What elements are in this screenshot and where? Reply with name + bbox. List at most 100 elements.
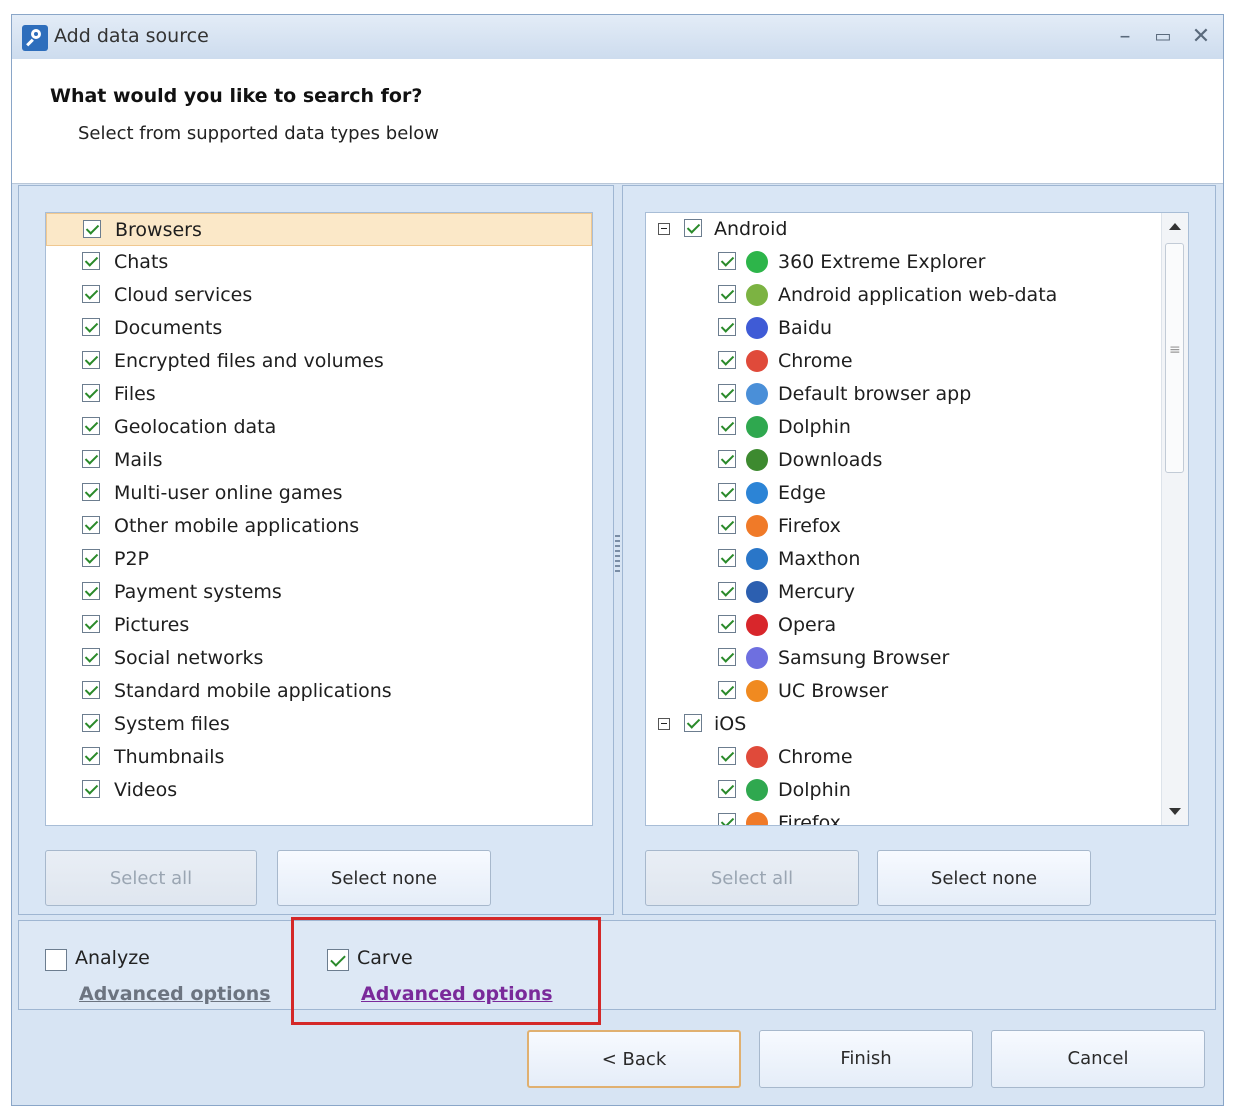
tree-item[interactable]: Samsung Browser (646, 642, 1162, 675)
tree-item[interactable]: Firefox (646, 510, 1162, 543)
data-type-item[interactable]: System files (46, 708, 592, 741)
cancel-button[interactable]: Cancel (991, 1030, 1205, 1088)
collapse-icon[interactable] (658, 718, 670, 730)
data-type-item[interactable]: Multi-user online games (46, 477, 592, 510)
data-type-item[interactable]: Cloud services (46, 279, 592, 312)
app-checkbox[interactable] (718, 285, 736, 303)
data-type-checkbox[interactable] (82, 681, 100, 699)
tree-item[interactable]: Dolphin (646, 774, 1162, 807)
data-type-item[interactable]: P2P (46, 543, 592, 576)
tree-item[interactable]: Chrome (646, 345, 1162, 378)
tree-item[interactable]: Android application web-data (646, 279, 1162, 312)
data-type-item[interactable]: Geolocation data (46, 411, 592, 444)
tree-item[interactable]: 360 Extreme Explorer (646, 246, 1162, 279)
title-bar: Add data source – ▭ ✕ (12, 15, 1223, 60)
data-type-item[interactable]: Pictures (46, 609, 592, 642)
data-type-item[interactable]: Thumbnails (46, 741, 592, 774)
tree-item[interactable]: Chrome (646, 741, 1162, 774)
data-type-checkbox[interactable] (82, 714, 100, 732)
data-type-checkbox[interactable] (82, 384, 100, 402)
tree-item[interactable]: Dolphin (646, 411, 1162, 444)
app-checkbox[interactable] (718, 813, 736, 825)
tree-item[interactable]: Mercury (646, 576, 1162, 609)
data-type-checkbox[interactable] (82, 351, 100, 369)
right-select-none-button[interactable]: Select none (877, 850, 1091, 906)
back-button[interactable]: < Back (527, 1030, 741, 1088)
data-type-checkbox[interactable] (82, 483, 100, 501)
app-checkbox[interactable] (718, 549, 736, 567)
data-type-item[interactable]: Other mobile applications (46, 510, 592, 543)
data-type-label: Documents (114, 317, 223, 339)
app-checkbox[interactable] (718, 351, 736, 369)
app-checkbox[interactable] (718, 483, 736, 501)
data-type-item[interactable]: Chats (46, 246, 592, 279)
close-icon[interactable]: ✕ (1185, 23, 1217, 51)
tree-item[interactable]: UC Browser (646, 675, 1162, 708)
data-type-checkbox[interactable] (82, 549, 100, 567)
carve-highlight-box (291, 917, 601, 1025)
group-checkbox[interactable] (684, 714, 702, 732)
data-type-item[interactable]: Standard mobile applications (46, 675, 592, 708)
app-checkbox[interactable] (718, 384, 736, 402)
scroll-thumb[interactable] (1165, 243, 1184, 473)
app-checkbox[interactable] (718, 318, 736, 336)
data-type-item[interactable]: Social networks (46, 642, 592, 675)
tree-item[interactable]: Opera (646, 609, 1162, 642)
samsung-browser-icon (746, 647, 768, 669)
data-type-checkbox[interactable] (82, 285, 100, 303)
left-select-all-button[interactable]: Select all (45, 850, 257, 906)
analyze-checkbox[interactable] (45, 949, 67, 971)
pane-splitter[interactable] (615, 535, 620, 575)
data-type-checkbox[interactable] (82, 747, 100, 765)
analyze-advanced-options-link[interactable]: Advanced options (79, 983, 271, 1005)
tree-group-android[interactable]: Android (646, 213, 1188, 246)
app-checkbox[interactable] (718, 648, 736, 666)
data-type-checkbox[interactable] (82, 648, 100, 666)
data-type-checkbox[interactable] (82, 615, 100, 633)
data-type-item[interactable]: Mails (46, 444, 592, 477)
data-type-checkbox[interactable] (82, 516, 100, 534)
app-checkbox[interactable] (718, 417, 736, 435)
app-checkbox[interactable] (718, 681, 736, 699)
app-checkbox[interactable] (718, 747, 736, 765)
data-type-item[interactable]: Videos (46, 774, 592, 807)
minimize-icon[interactable]: – (1109, 23, 1141, 51)
data-type-label: Standard mobile applications (114, 680, 392, 702)
app-checkbox[interactable] (718, 252, 736, 270)
app-checkbox[interactable] (718, 615, 736, 633)
data-type-item[interactable]: Files (46, 378, 592, 411)
opera-icon (746, 614, 768, 636)
data-type-item[interactable]: Encrypted files and volumes (46, 345, 592, 378)
tree-item[interactable]: Firefox (646, 807, 1162, 825)
group-checkbox[interactable] (684, 219, 702, 237)
data-type-checkbox[interactable] (82, 582, 100, 600)
uc-browser-icon (746, 680, 768, 702)
scroll-down-icon[interactable] (1169, 808, 1181, 815)
chrome-icon (746, 350, 768, 372)
app-checkbox[interactable] (718, 582, 736, 600)
data-type-checkbox[interactable] (82, 417, 100, 435)
maximize-icon[interactable]: ▭ (1147, 23, 1179, 51)
tree-item[interactable]: Maxthon (646, 543, 1162, 576)
data-type-item[interactable]: Payment systems (46, 576, 592, 609)
data-type-checkbox[interactable] (82, 450, 100, 468)
tree-item[interactable]: Downloads (646, 444, 1162, 477)
app-checkbox[interactable] (718, 450, 736, 468)
data-type-checkbox[interactable] (83, 220, 101, 238)
tree-item[interactable]: Baidu (646, 312, 1162, 345)
app-checkbox[interactable] (718, 780, 736, 798)
edge-icon (746, 482, 768, 504)
data-type-checkbox[interactable] (82, 318, 100, 336)
tree-group-ios[interactable]: iOS (646, 708, 1188, 741)
data-type-checkbox[interactable] (82, 252, 100, 270)
data-type-item[interactable]: Browsers (46, 213, 592, 246)
left-select-none-button[interactable]: Select none (277, 850, 491, 906)
finish-button[interactable]: Finish (759, 1030, 973, 1088)
tree-item[interactable]: Default browser app (646, 378, 1162, 411)
right-select-all-button[interactable]: Select all (645, 850, 859, 906)
data-type-checkbox[interactable] (82, 780, 100, 798)
data-type-item[interactable]: Documents (46, 312, 592, 345)
tree-item[interactable]: Edge (646, 477, 1162, 510)
app-checkbox[interactable] (718, 516, 736, 534)
collapse-icon[interactable] (658, 223, 670, 235)
